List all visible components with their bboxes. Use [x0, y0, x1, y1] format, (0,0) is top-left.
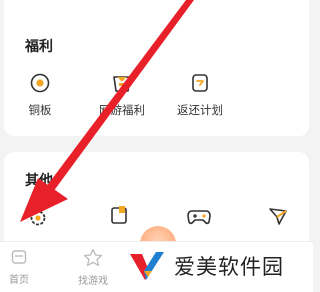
settings-icon [30, 210, 46, 226]
welfare-item-online-game-benefits[interactable]: 网游福利 [92, 72, 152, 118]
other-section-title: 其他 [25, 173, 53, 189]
nav-find-games-label: 找游戏 [78, 276, 108, 287]
welfare-item-return-plan[interactable]: 返还计划 [170, 72, 230, 118]
gamepad-icon [187, 210, 211, 225]
welfare-item-label: 网游福利 [99, 103, 145, 117]
watermark-logo-icon [130, 252, 164, 280]
other-item-games[interactable] [185, 207, 213, 227]
watermark-text: 爱美软件园 [174, 255, 284, 279]
welfare-item-coins[interactable]: 铜板 [20, 72, 60, 118]
gift-bag-icon [113, 76, 131, 92]
nav-home[interactable]: 首页 [7, 248, 31, 286]
orange-card-icon [111, 206, 127, 224]
star-icon [83, 248, 103, 267]
return-plan-icon [192, 74, 208, 92]
welfare-section-title: 福利 [25, 39, 53, 55]
other-item-settings[interactable] [26, 207, 50, 229]
watermark: 爱美软件园 [128, 248, 284, 284]
welfare-card: 福利 铜板 网游福利 返还计划 [4, 0, 309, 136]
nav-home-label: 首页 [9, 275, 29, 286]
feedback-icon [269, 208, 287, 225]
other-item-card[interactable] [107, 204, 131, 226]
home-icon [11, 250, 27, 264]
other-item-feedback[interactable] [266, 205, 290, 227]
nav-find-games[interactable]: 找游戏 [77, 248, 109, 287]
welfare-item-label: 铜板 [28, 103, 52, 117]
coin-icon [30, 73, 50, 93]
welfare-item-label: 返还计划 [177, 103, 223, 117]
